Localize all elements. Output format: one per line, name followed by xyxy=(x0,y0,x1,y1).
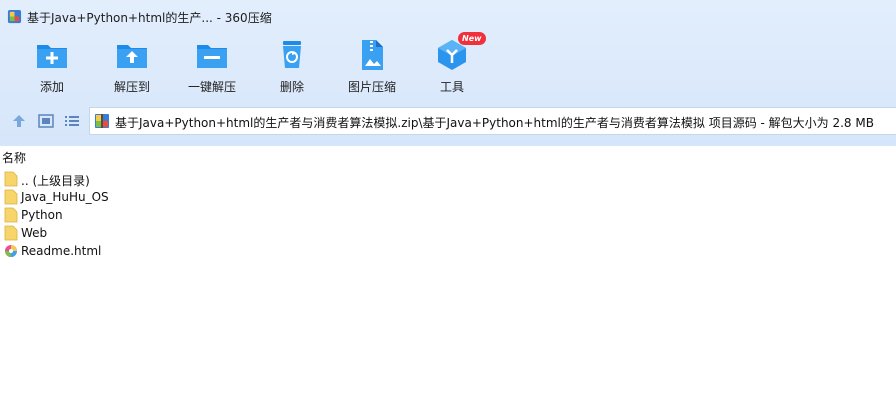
folder-icon xyxy=(4,171,18,187)
address-bar[interactable]: 基于Java+Python+html的生产者与消费者算法模拟.zip\基于Jav… xyxy=(89,107,896,135)
zip-file-icon xyxy=(95,114,109,128)
list-item-folder[interactable]: Web xyxy=(4,224,604,242)
column-header-name[interactable]: 名称 xyxy=(2,149,26,166)
image-compress-icon xyxy=(362,40,383,70)
ribbon: 基于Java+Python+html的生产... - 360压缩 添加 解压到 … xyxy=(0,0,896,146)
list-item-label: Python xyxy=(21,208,63,222)
add-button[interactable]: 添加 xyxy=(14,38,90,98)
toolbar: 添加 解压到 一键解压 删除 图片压缩 New 工具 xyxy=(0,32,896,100)
list-item-folder[interactable]: Java_HuHu_OS xyxy=(4,188,604,206)
extract-to-button[interactable]: 解压到 xyxy=(94,38,170,98)
new-badge: New xyxy=(458,32,486,45)
list-item-label: Readme.html xyxy=(21,244,102,258)
extract-folder-icon xyxy=(117,45,147,68)
quick-extract-icon xyxy=(197,45,227,68)
folder-icon xyxy=(4,225,18,241)
list-item-label: Java_HuHu_OS xyxy=(21,190,109,204)
address-path: 基于Java+Python+html的生产者与消费者算法模拟.zip\基于Jav… xyxy=(115,116,874,130)
html-file-icon xyxy=(5,245,17,257)
tools-button-label: 工具 xyxy=(439,80,464,94)
quick-extract-button-label: 一键解压 xyxy=(187,80,236,94)
extract-to-button-label: 解压到 xyxy=(113,80,150,94)
add-folder-icon xyxy=(37,45,67,68)
add-button-label: 添加 xyxy=(39,80,64,94)
list-item-label: Web xyxy=(21,226,48,240)
delete-button-label: 删除 xyxy=(279,80,304,94)
list-item-folder[interactable]: Python xyxy=(4,206,604,224)
image-compress-button[interactable]: 图片压缩 xyxy=(334,38,410,98)
archive-icon xyxy=(7,9,22,24)
title-bar: 基于Java+Python+html的生产... - 360压缩 xyxy=(0,0,896,34)
window-title: 基于Java+Python+html的生产... - 360压缩 xyxy=(27,11,272,25)
app-window: 基于Java+Python+html的生产... - 360压缩 添加 解压到 … xyxy=(0,0,896,410)
list-item-file[interactable]: Readme.html xyxy=(4,242,604,260)
thumbnail-view-icon[interactable] xyxy=(38,113,54,129)
arrow-up-icon[interactable] xyxy=(11,113,27,129)
list-item-parent-dir[interactable]: .. (上级目录) xyxy=(4,170,604,188)
tools-button[interactable]: New 工具 xyxy=(414,32,490,98)
quick-extract-button[interactable]: 一键解压 xyxy=(174,38,250,98)
navigation-bar: 基于Java+Python+html的生产者与消费者算法模拟.zip\基于Jav… xyxy=(0,107,896,137)
folder-icon xyxy=(4,207,18,223)
list-item-label: .. (上级目录) xyxy=(21,174,90,188)
image-compress-button-label: 图片压缩 xyxy=(347,80,396,94)
delete-button[interactable]: 删除 xyxy=(254,38,330,98)
file-list: 名称 .. (上级目录) Java_HuHu_OS Python Web Rea… xyxy=(0,146,896,410)
trash-icon xyxy=(283,41,301,68)
list-view-icon[interactable] xyxy=(64,113,80,129)
folder-icon xyxy=(4,189,18,205)
